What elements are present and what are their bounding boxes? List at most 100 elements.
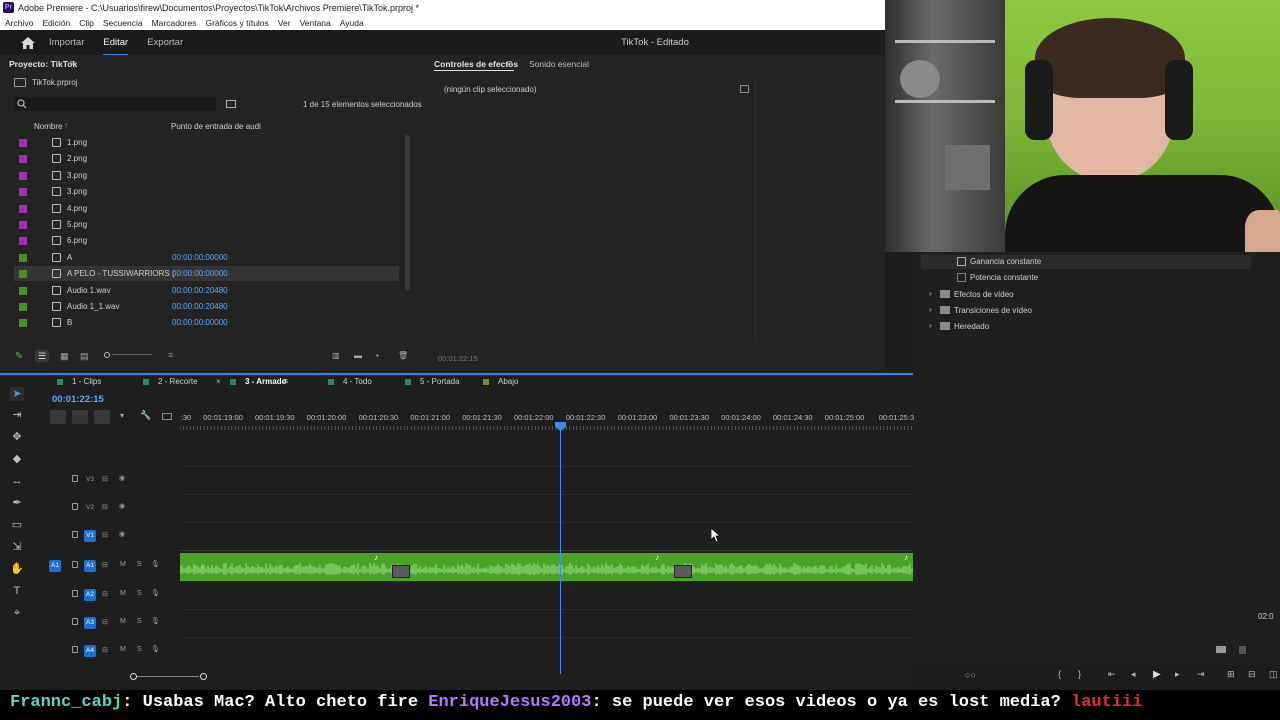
zoom-slider[interactable] [104,352,152,358]
audio-clip[interactable]: ♪ ♪ ♪ [179,553,913,581]
tab-exportar[interactable]: Exportar [147,37,183,48]
sequence-tab[interactable]: 3 - Armado [245,377,287,386]
microphone-icon[interactable]: 🎙 [151,645,160,653]
effect-folder-video-effects[interactable]: Efectos de vídeo [954,290,1014,299]
list-item[interactable]: 5.png [14,217,399,232]
label-color-swatch[interactable] [19,270,27,279]
go-to-out-icon[interactable]: ⇥ [1197,669,1205,680]
label-color-swatch[interactable] [19,204,27,213]
captions-icon[interactable] [162,413,172,420]
mark-in-icon[interactable]: { [1058,669,1061,679]
chevron-right-icon[interactable]: › [929,321,932,330]
mute-button[interactable]: M [120,590,126,597]
tab-importar[interactable]: Importar [49,37,84,48]
label-color-swatch[interactable] [19,155,27,164]
menu-ayuda[interactable]: Ayuda [340,18,364,28]
menu-marcadores[interactable]: Marcadores [152,18,197,28]
list-item[interactable]: 6.png [14,233,399,248]
solo-button[interactable]: S [137,561,142,568]
microphone-icon[interactable]: 🎙 [151,589,160,597]
sync-lock-icon[interactable]: ⊟ [102,590,108,598]
eye-icon[interactable]: ◉ [119,474,125,482]
lock-icon[interactable] [72,590,78,597]
go-to-in-icon[interactable]: ⇤ [1108,669,1116,680]
column-header-name[interactable]: Nombre [34,122,62,131]
chevron-right-icon[interactable]: › [929,289,932,298]
panel-menu-icon[interactable]: ≡ [283,376,288,386]
overwrite-icon[interactable]: ⊟ [1248,669,1256,680]
label-color-swatch[interactable] [19,139,27,147]
pen-tool-icon[interactable]: ✒ [10,496,24,510]
label-color-swatch[interactable] [19,286,27,295]
source-patch-button[interactable]: A1 [49,560,61,572]
eye-icon[interactable]: ◉ [119,502,125,510]
snap-magnet-icon[interactable] [72,410,88,424]
tab-effect-controls[interactable]: Controles de efectos [434,59,518,69]
solo-button[interactable]: S [137,618,142,625]
solo-button[interactable]: S [137,590,142,597]
track-target-button[interactable]: V2 [84,502,96,514]
audio-transition-icon[interactable] [674,565,692,578]
wrench-icon[interactable]: 🔧 [140,410,151,421]
list-item[interactable]: 2.png [14,151,399,166]
list-item[interactable]: Audio 1.wav 00:00:00:20480 [14,283,399,298]
trash-icon[interactable] [1239,646,1246,654]
list-item[interactable]: A 00:00:00:00000 [14,250,399,265]
lock-icon[interactable] [72,561,78,568]
panel-menu-icon[interactable]: ≡ [70,58,75,68]
menu-edicion[interactable]: Edición [42,18,70,28]
lock-icon[interactable] [72,475,78,482]
settings-icon[interactable]: ○○ [965,670,976,680]
scroll-handle-right[interactable] [200,673,207,680]
time-ruler[interactable]: :30 00:01:19:00 00:01:19:30 00:01:20:00 00:0… [180,408,914,430]
selection-tool-icon[interactable]: ➤ [10,387,24,401]
project-tab[interactable]: Proyecto: TikTok [9,59,77,69]
play-icon[interactable]: ▶ [1153,669,1161,680]
solo-button[interactable]: S [137,646,142,653]
microphone-icon[interactable]: 🎙 [151,617,160,625]
lock-icon[interactable] [72,531,78,538]
lock-icon[interactable] [72,503,78,510]
rate-stretch-tool-icon[interactable]: ⇲ [10,540,24,554]
microphone-icon[interactable]: 🎙 [151,560,160,568]
effect-folder-legacy[interactable]: Heredado [954,322,989,331]
label-color-swatch[interactable] [19,188,27,197]
list-item[interactable]: 3.png [14,184,399,199]
effect-item-ganancia[interactable]: Ganancia constante [970,257,1041,266]
sync-lock-icon[interactable]: ⊟ [102,475,108,483]
project-scrollbar[interactable] [405,135,410,290]
label-color-swatch[interactable] [19,221,27,229]
list-item[interactable]: 1.png [14,135,399,150]
eye-icon[interactable]: ◉ [119,530,125,538]
sequence-tab[interactable]: 4 - Todo [343,377,372,386]
menu-ver[interactable]: Ver [278,18,291,28]
sequence-tab[interactable]: 2 - Recorte [158,377,198,386]
mute-button[interactable]: M [120,561,126,568]
sync-lock-icon[interactable]: ⊟ [102,646,108,654]
zoom-tool-icon[interactable]: ⌖ [10,606,24,620]
new-bin-icon[interactable] [1216,646,1226,653]
lock-icon[interactable] [72,618,78,625]
timeline-current-timecode[interactable]: 00:01:22:15 [52,394,104,405]
menu-graficos[interactable]: Gráficos y títulos [205,18,268,28]
track-target-button[interactable]: A2 [84,589,96,601]
rectangle-tool-icon[interactable]: ▭ [10,518,24,532]
search-input[interactable] [14,97,216,111]
mute-button[interactable]: M [120,646,126,653]
list-view-icon[interactable]: ☰ [35,350,49,362]
menu-secuencia[interactable]: Secuencia [103,18,143,28]
razor-tool-icon[interactable]: ◆ [10,452,24,466]
new-item-icon[interactable]: ▪ [376,351,379,360]
pencil-icon[interactable]: ✎ [15,351,23,362]
menu-clip[interactable]: Clip [79,18,94,28]
ripple-edit-tool-icon[interactable]: ✥ [10,430,24,444]
audio-transition-icon[interactable] [392,565,410,578]
effect-item-potencia[interactable]: Potencia constante [970,273,1038,282]
menu-ventana[interactable]: Ventana [300,18,331,28]
list-item[interactable]: 4.png [14,201,399,216]
effect-folder-video-transitions[interactable]: Transiciones de vídeo [954,306,1032,315]
track-target-button[interactable]: A3 [84,617,96,629]
label-color-swatch[interactable] [19,303,27,311]
insert-icon[interactable]: ⊞ [1227,669,1235,680]
chevron-right-icon[interactable]: › [929,305,932,314]
